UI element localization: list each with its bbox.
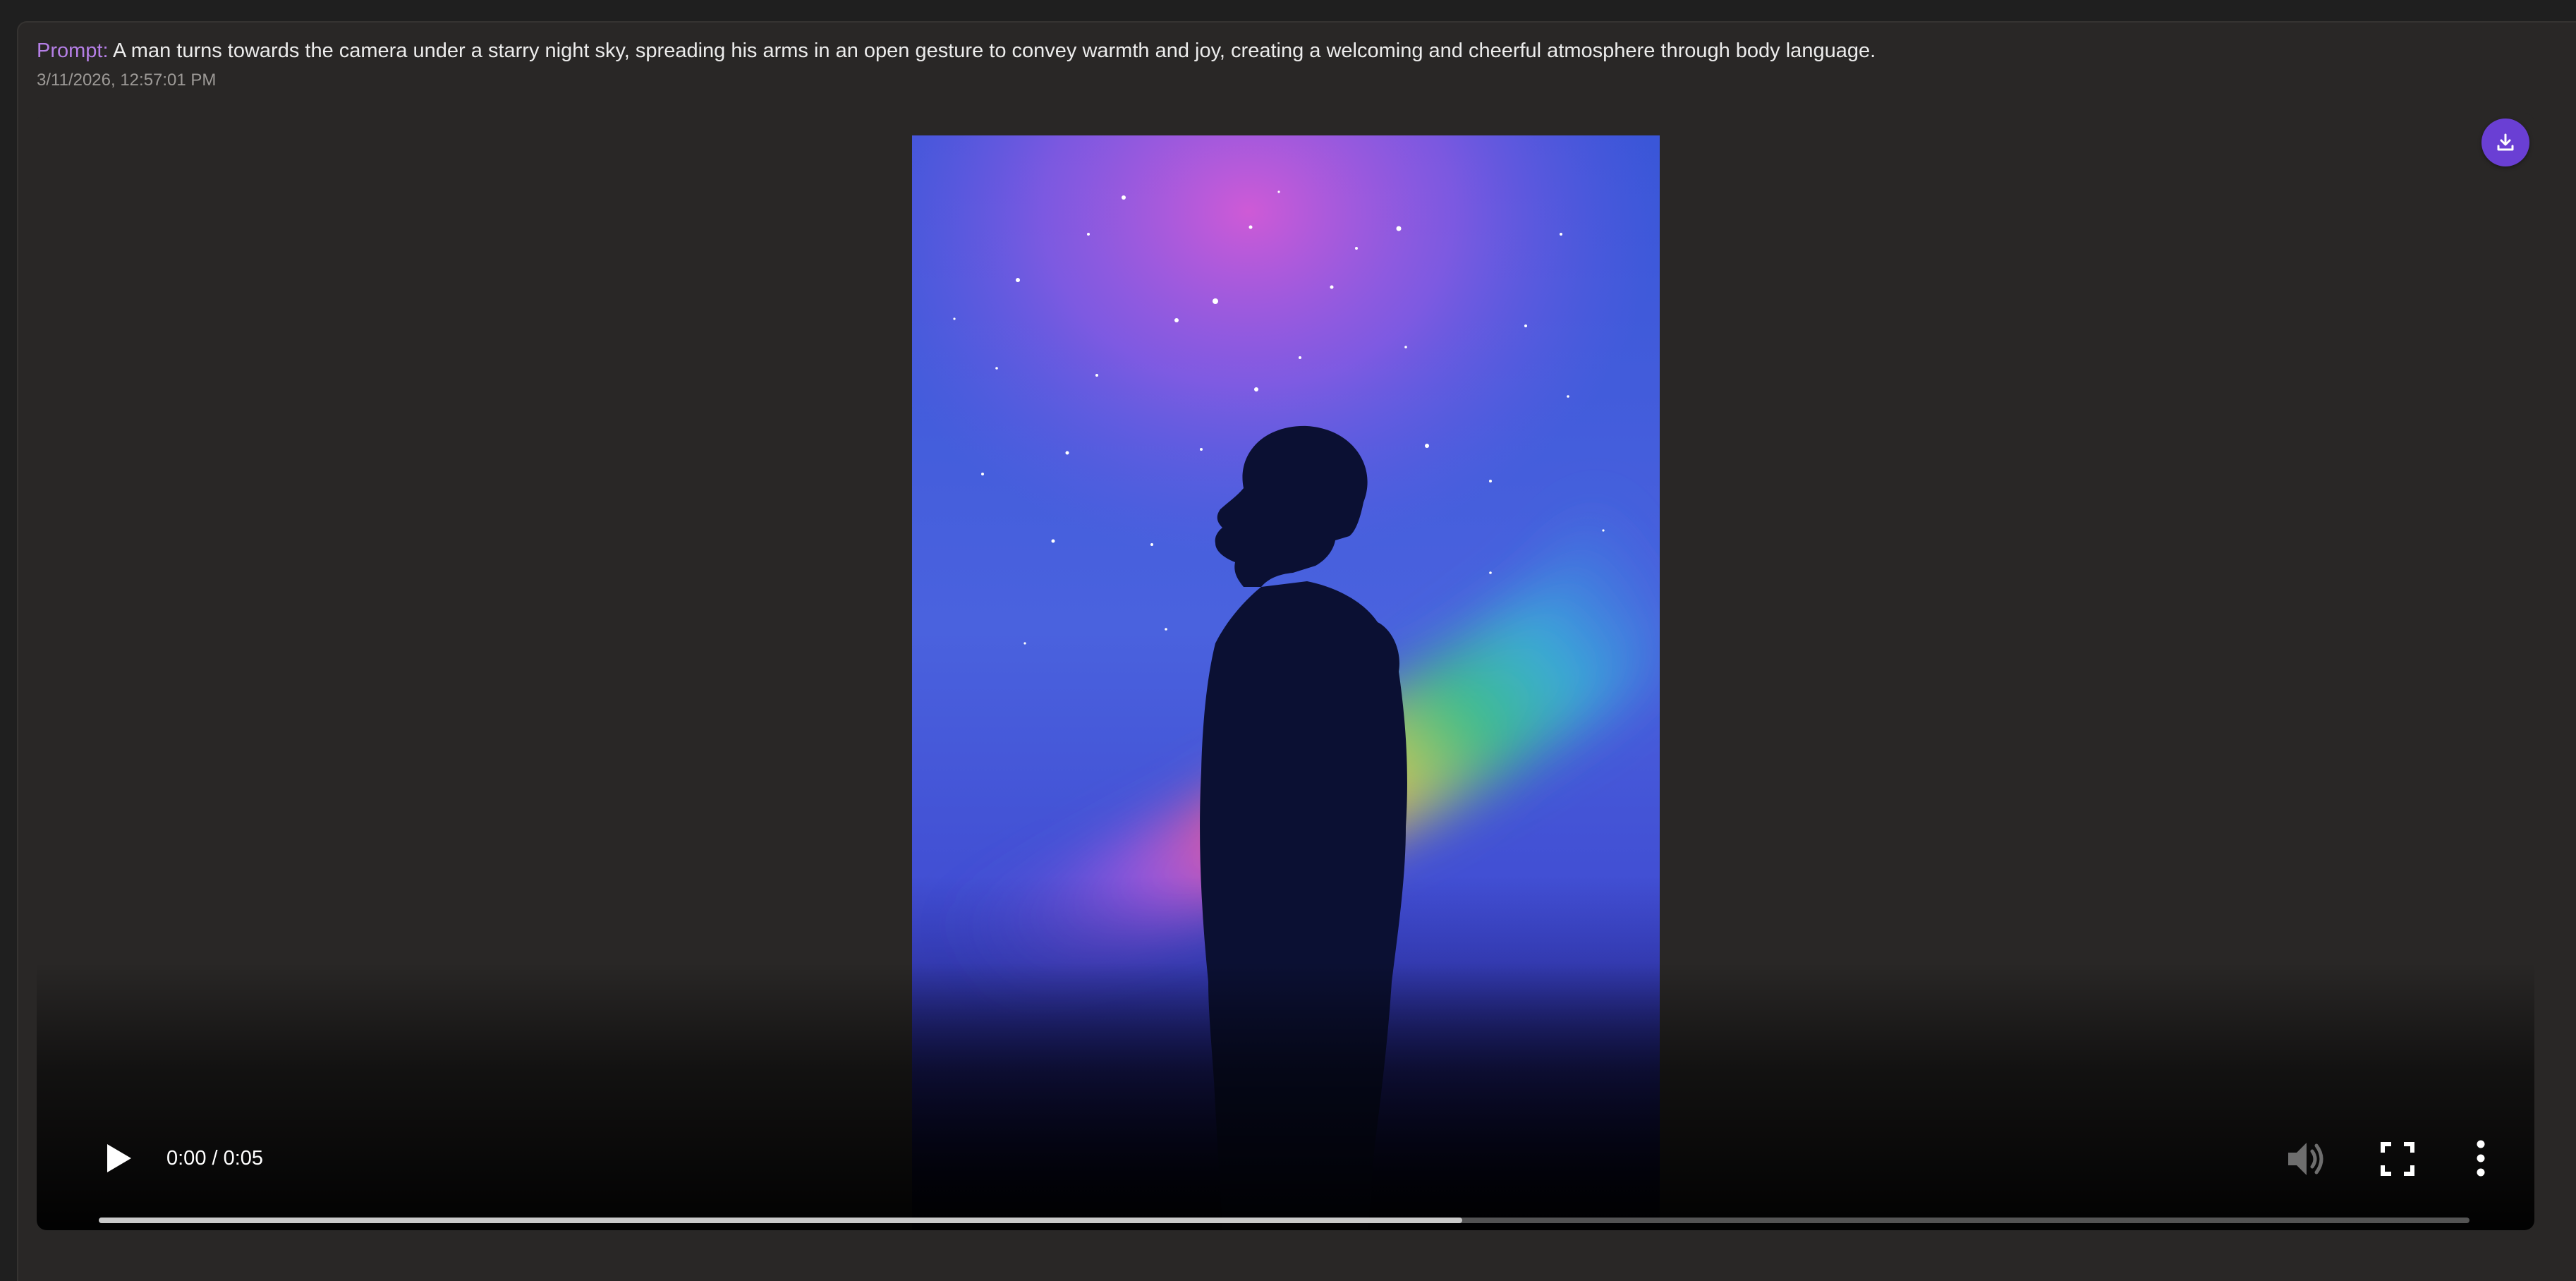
time-display: 0:00 / 0:05 [166, 1147, 264, 1170]
download-button[interactable] [2481, 119, 2529, 166]
fullscreen-button[interactable] [2380, 1141, 2415, 1177]
more-options-button[interactable] [2470, 1139, 2491, 1178]
progress-bar[interactable] [99, 1218, 2469, 1223]
fullscreen-icon [2381, 1142, 2414, 1176]
timestamp: 3/11/2026, 12:57:01 PM [37, 71, 217, 90]
prompt-label: Prompt: [37, 40, 109, 62]
more-vertical-icon [2477, 1140, 2485, 1177]
video-player[interactable]: 0:00 / 0:05 [37, 113, 2534, 1230]
progress-buffered [99, 1218, 1462, 1223]
volume-button[interactable] [2285, 1140, 2328, 1178]
play-button[interactable] [103, 1141, 134, 1175]
controls-overlay [37, 962, 2534, 1230]
volume-icon [2288, 1143, 2323, 1175]
download-icon [2497, 133, 2514, 151]
prompt-line: Prompt: A man turns towards the camera u… [37, 37, 1876, 65]
play-icon [107, 1144, 131, 1172]
prompt-text: A man turns towards the camera under a s… [113, 40, 1876, 62]
